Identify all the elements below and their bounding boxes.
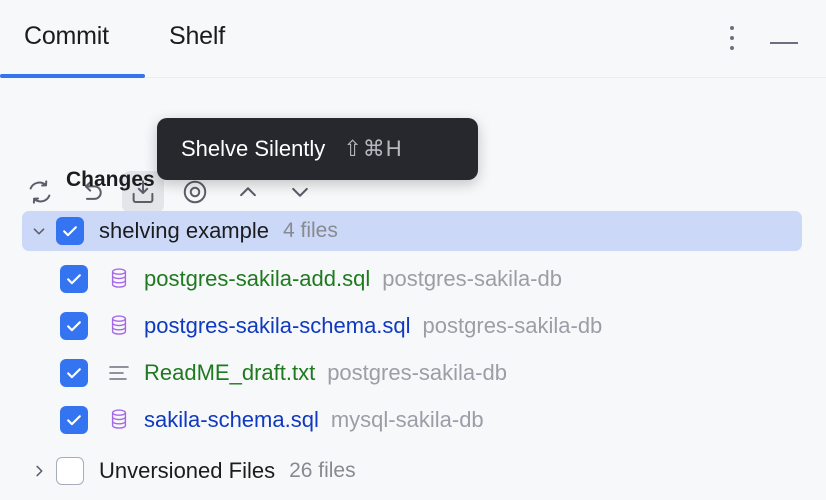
file-checkbox[interactable] (60, 406, 88, 434)
tab-shelf[interactable]: Shelf (169, 22, 225, 51)
file-name: postgres-sakila-schema.sql (144, 313, 411, 338)
file-location: postgres-sakila-db (422, 313, 603, 338)
more-vertical-icon[interactable] (724, 26, 740, 54)
minimize-icon[interactable] (770, 38, 800, 50)
tab-active-indicator (0, 74, 145, 78)
file-row[interactable]: sakila-schema.sql mysql-sakila-db (60, 400, 800, 440)
change-list-group-row[interactable]: shelving example 4 files (22, 211, 802, 251)
database-icon (106, 265, 132, 293)
file-row[interactable]: postgres-sakila-add.sql postgres-sakila-… (60, 259, 800, 299)
unversioned-label: Unversioned Files (99, 458, 276, 483)
chevron-down-icon[interactable] (22, 211, 56, 251)
file-row[interactable]: ReadME_draft.txt postgres-sakila-db (60, 353, 800, 393)
file-location: mysql-sakila-db (330, 407, 484, 432)
unversioned-files-row[interactable]: Unversioned Files 26 files (22, 451, 802, 491)
group-label: shelving example (99, 218, 269, 243)
tab-bar: Commit Shelf (0, 0, 826, 78)
commit-tool-window: Commit Shelf Changes shelving example 4 … (0, 0, 826, 500)
file-name: sakila-schema.sql (144, 407, 319, 432)
unversioned-file-count: 26 files (289, 459, 356, 482)
file-location: postgres-sakila-db (382, 266, 562, 291)
database-icon (106, 312, 132, 340)
file-name: postgres-sakila-add.sql (144, 266, 371, 291)
file-checkbox[interactable] (60, 265, 88, 293)
diff-circle-icon (180, 177, 210, 207)
text-file-icon (106, 359, 132, 387)
unversioned-checkbox[interactable] (56, 457, 84, 485)
file-location: postgres-sakila-db (327, 360, 507, 385)
chevron-down-icon (285, 177, 315, 207)
chevron-right-icon[interactable] (22, 451, 56, 491)
group-file-count: 4 files (282, 219, 338, 242)
refresh-icon (25, 177, 55, 207)
file-row[interactable]: postgres-sakila-schema.sql postgres-saki… (60, 306, 800, 346)
changes-section-label: Changes (66, 168, 155, 191)
refresh-button[interactable] (19, 171, 61, 213)
group-checkbox[interactable] (56, 217, 84, 245)
tab-commit[interactable]: Commit (24, 22, 109, 51)
tooltip-label: Shelve Silently (181, 136, 326, 161)
file-name: ReadME_draft.txt (144, 360, 316, 385)
database-icon (106, 406, 132, 434)
chevron-up-icon (233, 177, 263, 207)
tooltip-shortcut: ⇧⌘H (343, 136, 403, 161)
file-checkbox[interactable] (60, 312, 88, 340)
tooltip-shelve-silently: Shelve Silently ⇧⌘H (157, 118, 478, 180)
file-checkbox[interactable] (60, 359, 88, 387)
